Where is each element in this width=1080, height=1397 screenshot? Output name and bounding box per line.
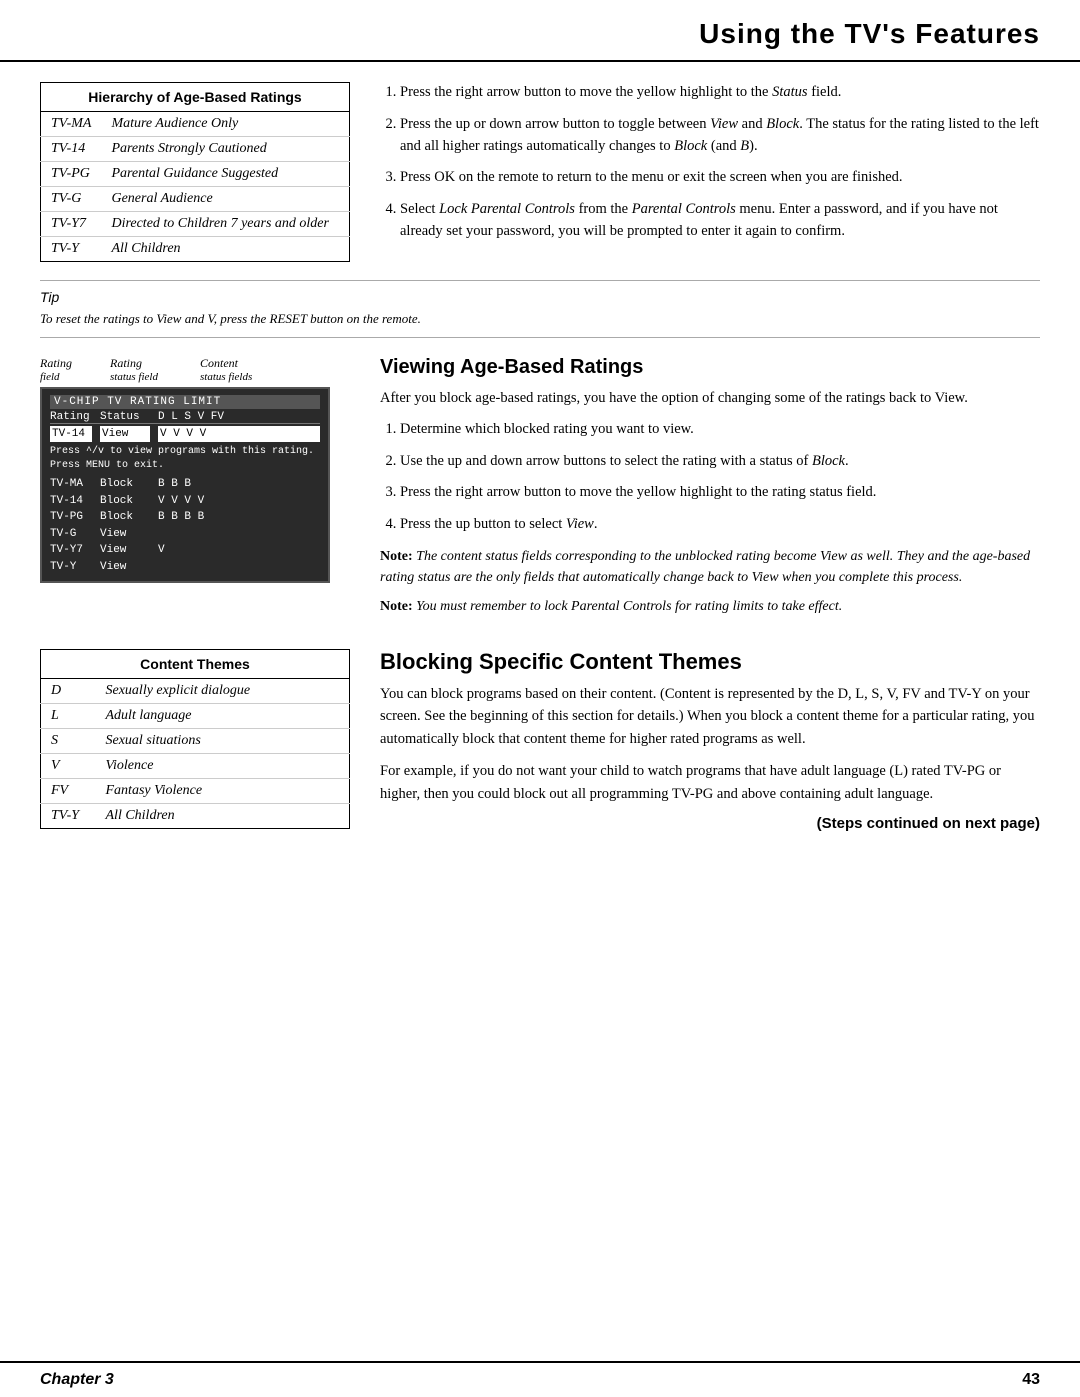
screen-label-content: Content status fields	[200, 356, 350, 383]
blocking-text1: You can block programs based on their co…	[380, 683, 1040, 750]
tv-data-row: TV-14BlockV V V V	[50, 493, 320, 510]
hierarchy-table-heading: Hierarchy of Age-Based Ratings	[41, 83, 350, 112]
tip-text: To reset the ratings to View and V, pres…	[40, 309, 1040, 329]
hierarchy-desc: Parents Strongly Cautioned	[101, 137, 349, 162]
steps-continued: (Steps continued on next page)	[380, 815, 1040, 832]
content-desc: Violence	[96, 753, 350, 778]
hierarchy-desc: Mature Audience Only	[101, 112, 349, 137]
content-theme-row: FVFantasy Violence	[41, 778, 350, 803]
step-item: Press the up or down arrow button to tog…	[400, 114, 1040, 158]
content-code: D	[41, 678, 96, 703]
bottom-section: Content Themes DSexually explicit dialog…	[40, 649, 1040, 832]
hierarchy-code: TV-Y7	[41, 212, 102, 237]
step-item: Press OK on the remote to return to the …	[400, 167, 1040, 189]
hierarchy-row: TV-Y7Directed to Children 7 years and ol…	[41, 212, 350, 237]
tv-data-row: TV-Y7ViewV	[50, 542, 320, 559]
content-themes-col: Content Themes DSexually explicit dialog…	[40, 649, 350, 832]
tv-data-row: TV-PGBlockB B B B	[50, 509, 320, 526]
steps-right-col: Press the right arrow button to move the…	[380, 82, 1040, 262]
hierarchy-desc: General Audience	[101, 187, 349, 212]
hierarchy-code: TV-Y	[41, 237, 102, 262]
tv-data-row: TV-GView	[50, 526, 320, 543]
content-theme-row: LAdult language	[41, 703, 350, 728]
page-title: Using the TV's Features	[699, 18, 1040, 49]
screen-label-rating: Rating field	[40, 356, 110, 383]
viewing-intro: After you block age-based ratings, you h…	[380, 387, 1040, 409]
hierarchy-desc: Parental Guidance Suggested	[101, 162, 349, 187]
tv-screen-highlight-row: TV-14 View V V V V	[50, 426, 320, 443]
step-item: Select Lock Parental Controls from the P…	[400, 199, 1040, 243]
tv-screen-container: Rating field Rating status field Content…	[40, 356, 350, 625]
hierarchy-code: TV-14	[41, 137, 102, 162]
screen-labels: Rating field Rating status field Content…	[40, 356, 350, 383]
viewing-step-item: Determine which blocked rating you want …	[400, 419, 1040, 441]
note1-italic: The content status fields corresponding …	[380, 549, 1030, 585]
hierarchy-code: TV-PG	[41, 162, 102, 187]
blocking-section: Blocking Specific Content Themes You can…	[380, 649, 1040, 832]
content-theme-row: TV-YAll Children	[41, 803, 350, 828]
content-code: TV-Y	[41, 803, 96, 828]
page-content: Hierarchy of Age-Based Ratings TV-MAMatu…	[0, 62, 1080, 862]
viewing-step-item: Press the right arrow button to move the…	[400, 482, 1040, 504]
hierarchy-row: TV-YAll Children	[41, 237, 350, 262]
middle-section: Rating field Rating status field Content…	[40, 356, 1040, 625]
content-desc: All Children	[96, 803, 350, 828]
content-theme-row: VViolence	[41, 753, 350, 778]
note2-italic: You must remember to lock Parental Contr…	[416, 599, 842, 614]
viewing-step-item: Press the up button to select View.	[400, 514, 1040, 536]
tv-screen-press-text: Press ^/v to view programs with this rat…	[50, 445, 320, 473]
page-footer: Chapter 3 43	[0, 1361, 1080, 1397]
note1-bold: Note:	[380, 549, 413, 564]
tip-section: Tip To reset the ratings to View and V, …	[40, 280, 1040, 338]
tv-screen: V-CHIP TV RATING LIMIT Rating Status D L…	[40, 387, 330, 584]
content-desc: Fantasy Violence	[96, 778, 350, 803]
tv-screen-data-rows: TV-MABlockB B BTV-14BlockV V V VTV-PGBlo…	[50, 476, 320, 575]
tv-data-row: TV-YView	[50, 559, 320, 576]
viewing-steps-list: Determine which blocked rating you want …	[380, 419, 1040, 536]
page-header: Using the TV's Features	[0, 0, 1080, 62]
content-code: V	[41, 753, 96, 778]
step-item: Press the right arrow button to move the…	[400, 82, 1040, 104]
hierarchy-desc: All Children	[101, 237, 349, 262]
note2: Note: You must remember to lock Parental…	[380, 596, 1040, 617]
content-theme-row: SSexual situations	[41, 728, 350, 753]
content-code: FV	[41, 778, 96, 803]
blocking-heading: Blocking Specific Content Themes	[380, 649, 1040, 675]
hierarchy-desc: Directed to Children 7 years and older	[101, 212, 349, 237]
content-table-heading: Content Themes	[41, 649, 350, 678]
screen-label-status: Rating status field	[110, 356, 200, 383]
content-code: L	[41, 703, 96, 728]
hierarchy-row: TV-GGeneral Audience	[41, 187, 350, 212]
hierarchy-code: TV-G	[41, 187, 102, 212]
content-desc: Adult language	[96, 703, 350, 728]
footer-page: 43	[1022, 1371, 1040, 1389]
hierarchy-row: TV-MAMature Audience Only	[41, 112, 350, 137]
tv-screen-title: V-CHIP TV RATING LIMIT	[50, 395, 320, 409]
viewing-section: Viewing Age-Based Ratings After you bloc…	[380, 356, 1040, 625]
hierarchy-row: TV-14Parents Strongly Cautioned	[41, 137, 350, 162]
top-section: Hierarchy of Age-Based Ratings TV-MAMatu…	[40, 82, 1040, 262]
content-desc: Sexual situations	[96, 728, 350, 753]
content-code: S	[41, 728, 96, 753]
tv-screen-header: Rating Status D L S V FV	[50, 411, 320, 424]
hierarchy-row: TV-PGParental Guidance Suggested	[41, 162, 350, 187]
content-desc: Sexually explicit dialogue	[96, 678, 350, 703]
content-theme-row: DSexually explicit dialogue	[41, 678, 350, 703]
hierarchy-left-col: Hierarchy of Age-Based Ratings TV-MAMatu…	[40, 82, 350, 262]
footer-chapter: Chapter 3	[40, 1371, 114, 1389]
tv-data-row: TV-MABlockB B B	[50, 476, 320, 493]
content-themes-table: Content Themes DSexually explicit dialog…	[40, 649, 350, 829]
note1: Note: The content status fields correspo…	[380, 546, 1040, 588]
hierarchy-code: TV-MA	[41, 112, 102, 137]
steps-right-list: Press the right arrow button to move the…	[380, 82, 1040, 243]
blocking-text2: For example, if you do not want your chi…	[380, 760, 1040, 805]
note2-bold: Note:	[380, 599, 413, 614]
viewing-step-item: Use the up and down arrow buttons to sel…	[400, 451, 1040, 473]
viewing-heading: Viewing Age-Based Ratings	[380, 356, 1040, 379]
hierarchy-table: Hierarchy of Age-Based Ratings TV-MAMatu…	[40, 82, 350, 262]
tip-label: Tip	[40, 289, 1040, 305]
